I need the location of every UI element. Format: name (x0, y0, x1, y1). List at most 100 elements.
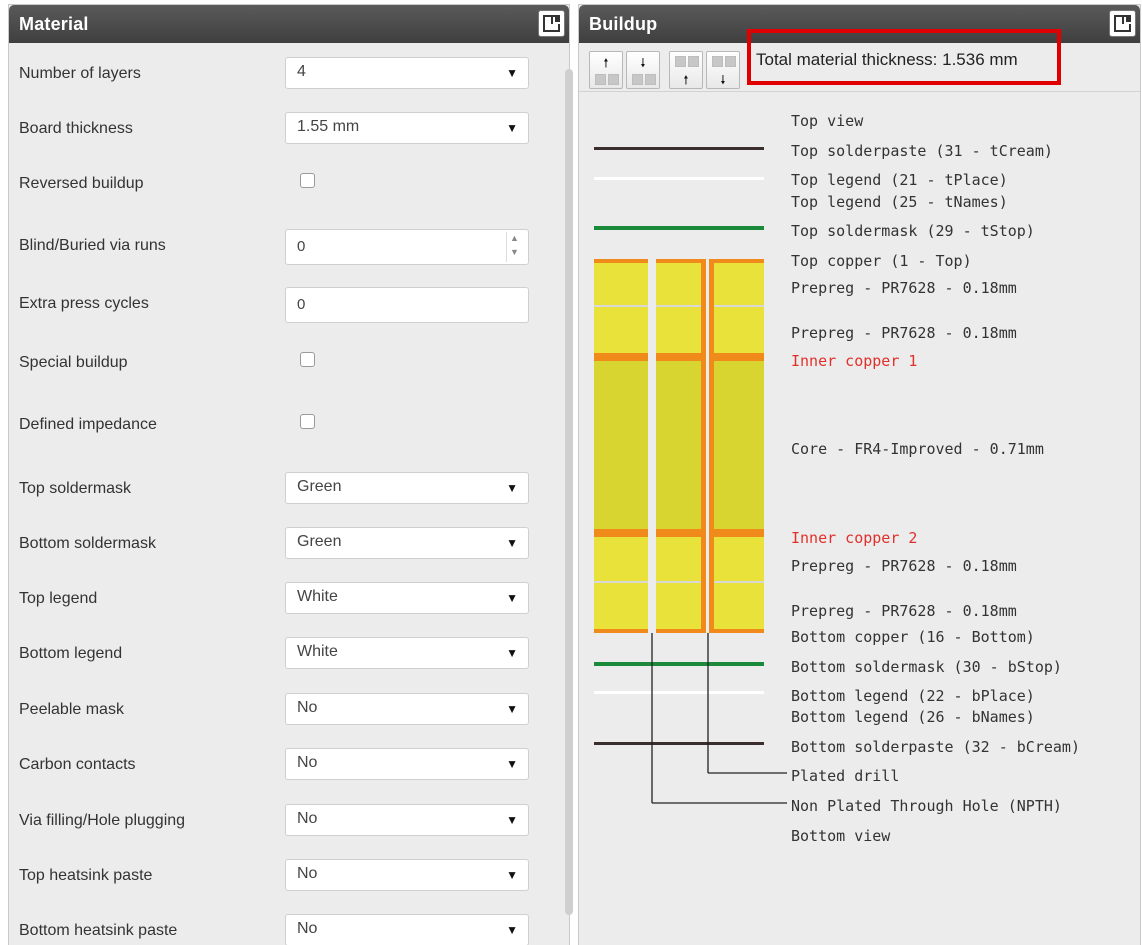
bottom-heatsink-paste-select[interactable]: No ▼ (285, 914, 529, 945)
field-top-heatsink-paste: Top heatsink paste No ▼ (19, 859, 529, 893)
chevron-down-icon: ▼ (506, 868, 518, 882)
extra-press-cycles-input[interactable]: 0 (285, 287, 529, 323)
field-label: Bottom soldermask (19, 535, 156, 552)
field-extra-press-cycles: Extra press cycles 0 (19, 287, 529, 323)
layer-label-top-soldermask[interactable]: Top soldermask (29 - tStop) (791, 222, 1035, 240)
chevron-down-icon: ▼ (506, 121, 518, 135)
chevron-down-icon: ▼ (506, 646, 518, 660)
board-thickness-select[interactable]: 1.55 mm ▼ (285, 112, 529, 144)
prepreg-3-block (594, 537, 648, 581)
top-legend-line (594, 177, 764, 180)
layer-label-top-view[interactable]: Top view (791, 112, 863, 130)
field-label: Extra press cycles (19, 295, 149, 312)
prepreg-4-block (594, 583, 648, 629)
prepreg-1-block (656, 263, 701, 305)
layer-label-top-legend-21[interactable]: Top legend (21 - tPlace) (791, 171, 1008, 189)
layer-label-core[interactable]: Core - FR4-Improved - 0.71mm (791, 440, 1044, 458)
via-filling-hole-plugging-select[interactable]: No ▼ (285, 804, 529, 836)
prepreg-separator (656, 581, 701, 583)
layer-label-bottom-legend-26[interactable]: Bottom legend (26 - bNames) (791, 708, 1035, 726)
layer-label-bottom-copper[interactable]: Bottom copper (16 - Bottom) (791, 628, 1035, 646)
layer-label-prepreg-2[interactable]: Prepreg - PR7628 - 0.18mm (791, 324, 1017, 342)
inner-copper-2-segment (656, 529, 701, 537)
layer-label-bottom-legend-22[interactable]: Bottom legend (22 - bPlace) (791, 687, 1035, 705)
reversed-buildup-checkbox[interactable] (300, 173, 315, 188)
prepreg-2-block (714, 307, 764, 353)
core-block (594, 361, 648, 529)
layer-label-npth[interactable]: Non Plated Through Hole (NPTH) (791, 797, 1062, 815)
number-of-layers-select[interactable]: 4 ▼ (285, 57, 529, 89)
layer-label-bottom-view[interactable]: Bottom view (791, 827, 890, 845)
layer-label-plated-drill[interactable]: Plated drill (791, 767, 899, 785)
chevron-down-icon: ▼ (506, 923, 518, 937)
select-value: No (297, 810, 318, 827)
defined-impedance-checkbox[interactable] (300, 414, 315, 429)
layer-label-top-copper[interactable]: Top copper (1 - Top) (791, 252, 972, 270)
layer-label-bottom-solderpaste[interactable]: Bottom solderpaste (32 - bCream) (791, 738, 1080, 756)
inner-copper-1-segment (594, 353, 648, 361)
core-block (714, 361, 764, 529)
layer-label-top-legend-25[interactable]: Top legend (25 - tNames) (791, 193, 1008, 211)
layer-label-prepreg-3[interactable]: Prepreg - PR7628 - 0.18mm (791, 557, 1017, 575)
field-label: Blind/Buried via runs (19, 237, 166, 254)
special-buildup-checkbox[interactable] (300, 352, 315, 367)
layer-label-inner-copper-1[interactable]: Inner copper 1 (791, 352, 917, 370)
prepreg-separator (714, 581, 764, 583)
field-top-legend: Top legend White ▼ (19, 582, 529, 616)
input-value: 0 (297, 296, 306, 313)
field-label: Defined impedance (19, 416, 157, 433)
select-value: Green (297, 533, 342, 550)
layer-label-top-solderpaste[interactable]: Top solderpaste (31 - tCream) (791, 142, 1053, 160)
maximize-icon[interactable] (538, 10, 565, 37)
plated-barrel-right (709, 259, 714, 633)
top-legend-select[interactable]: White ▼ (285, 582, 529, 614)
top-copper-segment (594, 259, 648, 263)
field-special-buildup: Special buildup (19, 346, 529, 380)
inner-copper-1-segment (656, 353, 701, 361)
prepreg-3-block (656, 537, 701, 581)
top-solderpaste-line (594, 147, 764, 150)
bottom-soldermask-select[interactable]: Green ▼ (285, 527, 529, 559)
layer-label-inner-copper-2[interactable]: Inner copper 2 (791, 529, 917, 547)
prepreg-2-block (656, 307, 701, 353)
field-blind-buried-via-runs: Blind/Buried via runs 0 ▲ ▼ (19, 229, 529, 265)
top-soldermask-select[interactable]: Green ▼ (285, 472, 529, 504)
field-label: Special buildup (19, 354, 128, 371)
field-label: Bottom heatsink paste (19, 922, 178, 939)
field-bottom-soldermask: Bottom soldermask Green ▼ (19, 527, 529, 561)
top-copper-segment (656, 259, 701, 263)
field-label: Peelable mask (19, 701, 124, 718)
top-copper-segment (714, 259, 764, 263)
prepreg-separator (656, 305, 701, 307)
field-label: Number of layers (19, 65, 141, 82)
top-soldermask-line (594, 226, 764, 230)
chevron-down-icon: ▼ (506, 591, 518, 605)
spinner-arrows-icon[interactable]: ▲ ▼ (506, 232, 526, 262)
blind-buried-via-runs-input[interactable]: 0 ▲ ▼ (285, 229, 529, 265)
field-board-thickness: Board thickness 1.55 mm ▼ (19, 112, 529, 146)
inner-copper-2-segment (594, 529, 648, 537)
field-top-soldermask: Top soldermask Green ▼ (19, 472, 529, 506)
bottom-soldermask-line (594, 662, 764, 666)
material-panel: Material Number of layers 4 ▼ Board thickne… (8, 4, 573, 945)
layer-label-bottom-soldermask[interactable]: Bottom soldermask (30 - bStop) (791, 658, 1062, 676)
field-label: Top heatsink paste (19, 867, 153, 884)
field-bottom-legend: Bottom legend White ▼ (19, 637, 529, 671)
bottom-copper-segment (656, 629, 701, 633)
plated-drill-gap (706, 259, 709, 633)
layer-label-prepreg-4[interactable]: Prepreg - PR7628 - 0.18mm (791, 602, 1017, 620)
select-value: No (297, 754, 318, 771)
material-scrollbar[interactable] (565, 69, 573, 915)
carbon-contacts-select[interactable]: No ▼ (285, 748, 529, 780)
material-panel-header: Material (9, 5, 569, 43)
field-bottom-heatsink-paste: Bottom heatsink paste No ▼ (19, 914, 529, 945)
field-carbon-contacts: Carbon contacts No ▼ (19, 748, 529, 782)
prepreg-4-block (656, 583, 701, 629)
prepreg-3-block (714, 537, 764, 581)
chevron-down-icon: ▼ (506, 813, 518, 827)
bottom-legend-select[interactable]: White ▼ (285, 637, 529, 669)
layer-label-prepreg-1[interactable]: Prepreg - PR7628 - 0.18mm (791, 279, 1017, 297)
peelable-mask-select[interactable]: No ▼ (285, 693, 529, 725)
prepreg-1-block (594, 263, 648, 305)
top-heatsink-paste-select[interactable]: No ▼ (285, 859, 529, 891)
